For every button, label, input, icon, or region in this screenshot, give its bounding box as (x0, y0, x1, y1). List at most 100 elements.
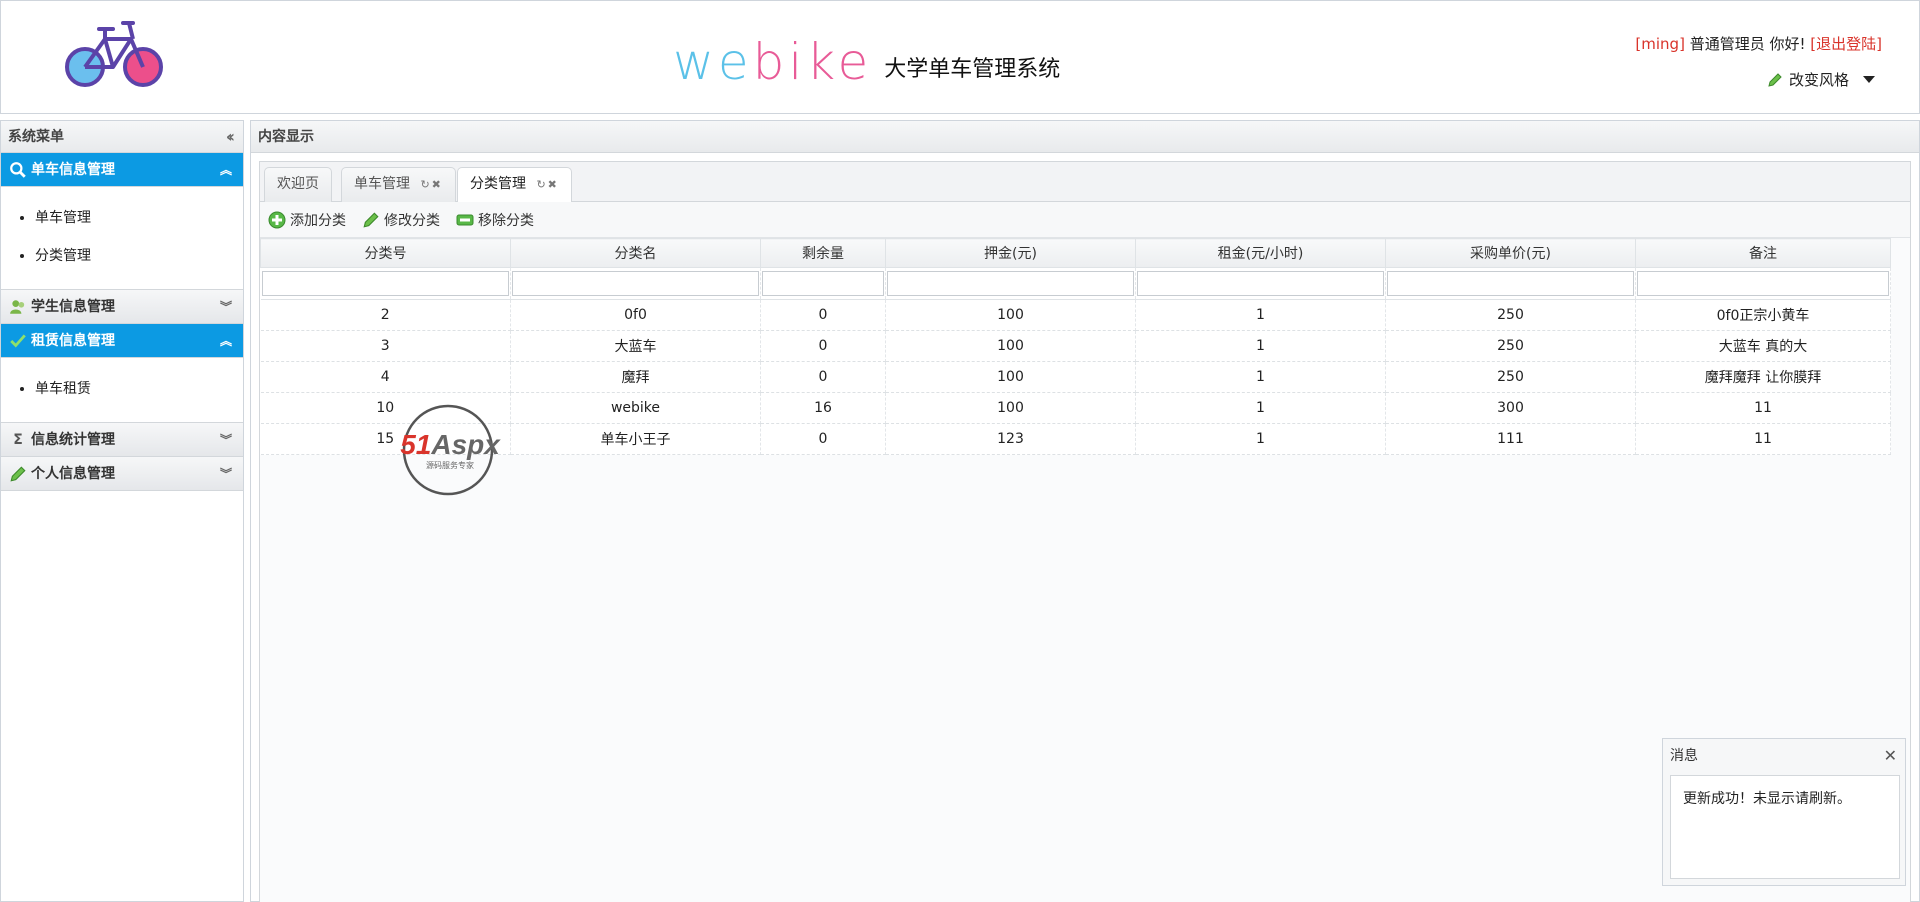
sidebar: 系统菜单 ‹‹ 单车信息管理 ︽ 单车管理 分类管理 学生信息管理 ︾ 租赁信息… (0, 120, 244, 902)
column-header[interactable]: 采购单价(元) (1385, 238, 1636, 268)
sidebar-item-bike-rental[interactable]: 单车租赁 (35, 370, 243, 408)
table-cell: 100 (885, 330, 1136, 362)
user-greeting: [ming] 普通管理员 你好! [退出登陆] (1635, 33, 1882, 54)
sidebar-section-label: 租赁信息管理 (31, 332, 115, 349)
message-body: 更新成功！未显示请刷新。 (1670, 775, 1900, 879)
sidebar-section-personal-info[interactable]: 个人信息管理 ︾ (1, 457, 243, 491)
table-cell: 250 (1385, 299, 1636, 331)
sidebar-section-rental-info[interactable]: 租赁信息管理 ︽ (1, 324, 243, 358)
pencil-icon (363, 211, 379, 228)
refresh-icon[interactable]: ↻ (536, 178, 547, 191)
check-icon (10, 333, 26, 348)
tab-bar: 欢迎页 单车管理 ↻✖ 分类管理 ↻✖ (260, 162, 1910, 203)
sidebar-section-statistics[interactable]: Σ 信息统计管理 ︾ (1, 423, 243, 457)
user-role: 普通管理员 你好! (1689, 35, 1806, 53)
sidebar-item-bike-manage[interactable]: 单车管理 (35, 199, 243, 237)
column-header[interactable]: 剩余量 (760, 238, 886, 268)
sigma-icon: Σ (13, 431, 23, 448)
table-cell: 250 (1385, 361, 1636, 393)
message-title-bar: 消息 ✕ (1663, 739, 1905, 773)
sidebar-section-label: 单车信息管理 (31, 161, 115, 178)
table-cell: 3 (260, 330, 511, 362)
collapse-up-icon[interactable]: ︽ (220, 153, 232, 187)
table-row[interactable]: 3 大蓝车 0 100 1 250 大蓝车 真的大 (260, 330, 1891, 362)
users-icon (10, 299, 25, 314)
column-header[interactable]: 备注 (1635, 238, 1891, 268)
table-cell: 1 (1135, 423, 1386, 455)
tab-welcome[interactable]: 欢迎页 (264, 167, 332, 202)
brand-subtitle: 大学单车管理系统 (884, 57, 1061, 82)
content-title: 内容显示 (258, 129, 314, 145)
message-title: 消息 (1670, 748, 1698, 764)
filter-input[interactable] (1637, 271, 1889, 296)
table-cell: 大蓝车 真的大 (1635, 330, 1891, 362)
sidebar-title-bar: 系统菜单 ‹‹ (1, 121, 243, 153)
user-name: [ming] (1635, 35, 1685, 53)
collapse-up-icon[interactable]: ︽ (220, 324, 232, 358)
column-header[interactable]: 分类号 (260, 238, 511, 268)
table-cell: 1 (1135, 299, 1386, 331)
filter-input[interactable] (1387, 271, 1634, 296)
change-style-label: 改变风格 (1788, 71, 1849, 89)
remove-category-button[interactable]: 移除分类 (456, 210, 534, 230)
sidebar-title: 系统菜单 (8, 129, 64, 145)
close-icon[interactable]: ✖ (432, 178, 443, 191)
table-cell: 2 (260, 299, 511, 331)
column-header[interactable]: 押金(元) (885, 238, 1136, 268)
table-cell: 1 (1135, 392, 1386, 424)
table-cell: 0f0正宗小黄车 (1635, 299, 1891, 331)
message-window: 消息 ✕ 更新成功！未显示请刷新。 (1662, 738, 1906, 886)
table-cell: 111 (1385, 423, 1636, 455)
remove-icon (456, 214, 474, 225)
table-cell: 11 (1635, 392, 1891, 424)
table-cell: 0 (760, 361, 886, 393)
table-cell: 250 (1385, 330, 1636, 362)
table-header-row: 分类号 分类名 剩余量 押金(元) 租金(元/小时) 采购单价(元) 备注 (260, 238, 1891, 268)
table-cell: 16 (760, 392, 886, 424)
pencil-icon (10, 465, 26, 482)
table-cell: 1 (1135, 330, 1386, 362)
table-cell: 单车小王子 (510, 423, 761, 455)
51aspx-watermark-logo: 51Aspx 源码服务专家 (400, 404, 501, 496)
sidebar-section-bike-info[interactable]: 单车信息管理 ︽ (1, 153, 243, 187)
filter-input[interactable] (1137, 271, 1384, 296)
edit-category-button[interactable]: 修改分类 (362, 210, 440, 230)
tab-bike-manage[interactable]: 单车管理 ↻✖ (341, 167, 456, 202)
site-brand: we bike 大学单车管理系统 (673, 31, 1060, 91)
filter-input[interactable] (261, 271, 509, 296)
filter-input[interactable] (512, 271, 759, 296)
expand-down-icon[interactable]: ︾ (220, 457, 232, 491)
add-category-button[interactable]: 添加分类 (268, 210, 346, 230)
sidebar-section-student-info[interactable]: 学生信息管理 ︾ (1, 290, 243, 324)
collapse-left-icon[interactable]: ‹‹ (226, 129, 235, 145)
filter-input[interactable] (762, 271, 884, 296)
content-title-bar: 内容显示 (251, 121, 1919, 153)
table-cell: webike (510, 392, 761, 424)
table-row[interactable]: 4 魔拜 0 100 1 250 魔拜魔拜 让你膜拜 (260, 361, 1891, 393)
table-cell: 300 (1385, 392, 1636, 424)
expand-down-icon[interactable]: ︾ (220, 423, 232, 457)
filter-input[interactable] (887, 271, 1134, 296)
logout-link[interactable]: [退出登陆] (1810, 35, 1882, 53)
column-header[interactable]: 租金(元/小时) (1135, 238, 1386, 268)
table-cell: 100 (885, 299, 1136, 331)
table-cell: 大蓝车 (510, 330, 761, 362)
change-style-button[interactable]: 改变风格 (1767, 69, 1875, 90)
svg-text:源码服务专家: 源码服务专家 (426, 460, 474, 470)
brand-we: we (673, 33, 753, 91)
expand-down-icon[interactable]: ︾ (220, 290, 232, 324)
table-row[interactable]: 2 0f0 0 100 1 250 0f0正宗小黄车 (260, 299, 1891, 331)
close-icon[interactable]: ✖ (548, 178, 559, 191)
chevron-down-icon (1863, 76, 1875, 83)
table-cell: 0 (760, 330, 886, 362)
table-cell: 100 (885, 361, 1136, 393)
filter-row (260, 267, 1891, 300)
grid-toolbar: 添加分类 修改分类 移除分类 (260, 202, 1910, 238)
sidebar-section-label: 学生信息管理 (31, 298, 115, 315)
sidebar-item-category-manage[interactable]: 分类管理 (35, 237, 243, 275)
table-cell: 4 (260, 361, 511, 393)
refresh-icon[interactable]: ↻ (420, 178, 431, 191)
column-header[interactable]: 分类名 (510, 238, 761, 268)
close-icon[interactable]: ✕ (1884, 739, 1897, 773)
tab-category-manage[interactable]: 分类管理 ↻✖ (457, 167, 572, 203)
